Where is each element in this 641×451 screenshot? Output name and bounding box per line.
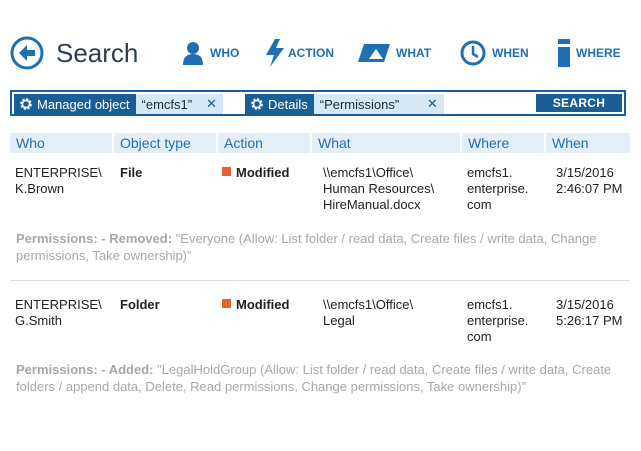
server-icon — [558, 39, 570, 67]
nav-action[interactable]: ACTION — [264, 36, 334, 70]
nav-what[interactable]: WHAT — [358, 36, 431, 70]
detail-label: Permissions: - Removed: — [16, 231, 173, 246]
gear-icon — [20, 98, 32, 110]
nav-who[interactable]: WHO — [182, 36, 239, 70]
column-header-when[interactable]: When — [546, 133, 630, 153]
cell-who: ENTERPRISE\ K.Brown — [15, 165, 102, 196]
cell-object-type: Folder — [120, 297, 160, 312]
cell-object-type: File — [120, 165, 143, 180]
filter-value-label: “Permissions” — [319, 96, 400, 112]
column-header-who[interactable]: Who — [10, 133, 112, 153]
search-button[interactable]: SEARCH — [536, 94, 622, 112]
column-header-object-type[interactable]: Object type — [114, 133, 216, 153]
action-label: Modified — [236, 297, 290, 312]
file-type-icon — [358, 44, 390, 62]
cell-action: Modified — [222, 165, 289, 181]
cell-who: ENTERPRISE\ G.Smith — [15, 297, 102, 328]
nav-when-label: WHEN — [492, 46, 529, 60]
column-header-what[interactable]: What — [312, 133, 460, 153]
row-detail: Permissions: - Removed: "Everyone (Allow… — [16, 230, 616, 264]
back-arrow-icon[interactable] — [10, 36, 44, 70]
page-title: Search — [56, 38, 139, 68]
filter-value[interactable]: “emcfs1” ✕ — [135, 94, 223, 114]
nav-when[interactable]: WHEN — [460, 36, 529, 70]
action-label: Modified — [236, 165, 290, 180]
nav-what-label: WHAT — [396, 46, 432, 60]
user-icon — [183, 42, 203, 65]
cell-action: Modified — [222, 297, 289, 313]
search-bar[interactable]: Managed object “emcfs1” ✕ Details “Permi… — [10, 90, 626, 116]
modified-status-icon — [222, 299, 231, 308]
gear-icon — [251, 98, 263, 110]
cell-where: emcfs1. enterprise. com — [467, 165, 529, 212]
filter-field[interactable]: Details — [245, 94, 314, 114]
nav-where-label: WHERE — [576, 46, 621, 60]
nav-who-label: WHO — [210, 46, 240, 60]
remove-filter-icon[interactable]: ✕ — [427, 96, 438, 112]
filter-chip-managed-object[interactable]: Managed object “emcfs1” ✕ — [14, 94, 223, 114]
clock-icon — [460, 40, 486, 66]
column-header-where[interactable]: Where — [462, 133, 544, 153]
column-header-action[interactable]: Action — [218, 133, 310, 153]
cell-what: \\emcfs1\Office\ Human Resources\ HireMa… — [323, 165, 435, 212]
lightning-icon — [266, 39, 284, 67]
cell-what: \\emcfs1\Office\ Legal — [323, 297, 414, 328]
table-header: Who Object type Action What Where When — [10, 133, 630, 153]
header: Search WHO ACTION WHAT WHEN WHERE — [0, 0, 641, 96]
modified-status-icon — [222, 167, 231, 176]
cell-when: 3/15/2016 5:26:17 PM — [556, 297, 623, 328]
remove-filter-icon[interactable]: ✕ — [206, 96, 217, 112]
cell-where: emcfs1. enterprise. com — [467, 297, 529, 344]
nav-action-label: ACTION — [288, 46, 334, 60]
filter-field-label: Details — [268, 96, 308, 112]
row-detail: Permissions: - Added: "LegalHoldGroup (A… — [16, 361, 616, 395]
nav-where[interactable]: WHERE — [558, 36, 621, 70]
filter-value-label: “emcfs1” — [141, 96, 193, 112]
cell-when: 3/15/2016 2:46:07 PM — [556, 165, 623, 196]
filter-field[interactable]: Managed object — [14, 94, 136, 114]
filter-chip-details[interactable]: Details “Permissions” ✕ — [245, 94, 444, 114]
row-divider — [10, 280, 630, 281]
filter-value[interactable]: “Permissions” ✕ — [313, 94, 444, 114]
filter-field-label: Managed object — [37, 96, 130, 112]
detail-label: Permissions: - Added: — [16, 362, 154, 377]
